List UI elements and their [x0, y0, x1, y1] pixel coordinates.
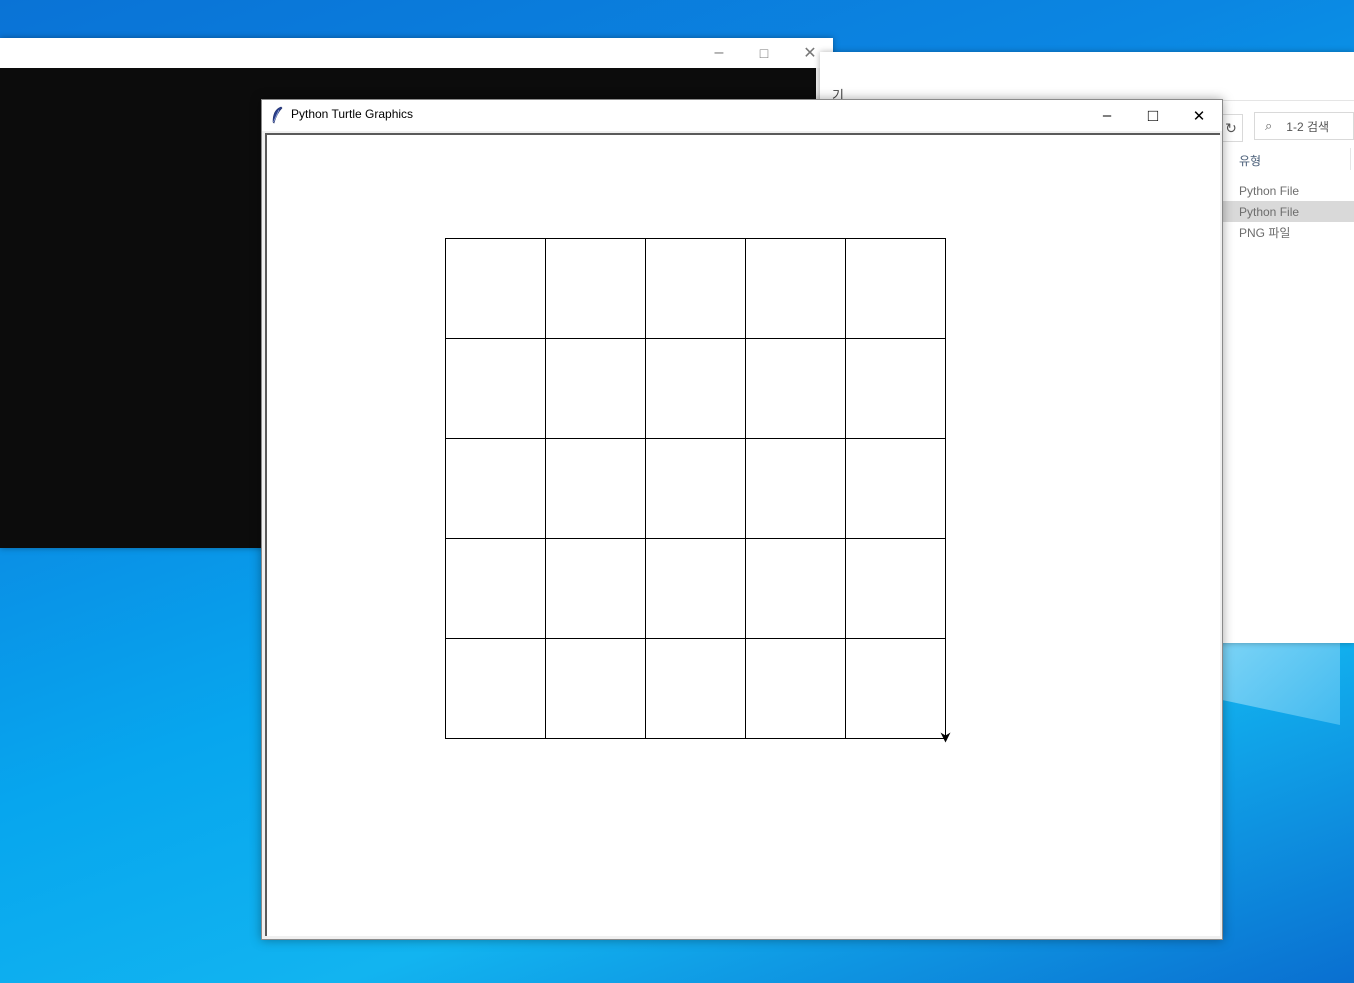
- grid-cell: [845, 238, 946, 339]
- desktop-wallpaper-highlight: [1220, 640, 1340, 725]
- grid-cell: [745, 238, 846, 339]
- grid-cell: [445, 338, 546, 439]
- turtle-titlebar[interactable]: Python Turtle Graphics – □ ✕: [262, 100, 1222, 131]
- search-box[interactable]: ⌕ 1-2 검색: [1254, 112, 1354, 140]
- grid-cell: [745, 338, 846, 439]
- console-minimize-button[interactable]: –: [696, 38, 742, 68]
- grid-cell: [645, 438, 746, 539]
- grid-cell: [845, 538, 946, 639]
- file-row[interactable]: Python File: [1222, 180, 1354, 201]
- grid-cell: [545, 538, 646, 639]
- grid-cell: [745, 538, 846, 639]
- file-type: Python File: [1239, 204, 1300, 219]
- column-header-type[interactable]: 유형: [1239, 152, 1261, 169]
- search-placeholder: 1-2 검색: [1286, 119, 1330, 134]
- grid-cell: [845, 338, 946, 439]
- column-divider[interactable]: [1350, 148, 1351, 170]
- close-button[interactable]: ✕: [1176, 100, 1222, 131]
- minimize-button[interactable]: –: [1084, 100, 1130, 131]
- turtle-graphics-window: Python Turtle Graphics – □ ✕: [261, 99, 1223, 940]
- grid-cell: [545, 438, 646, 539]
- search-icon: ⌕: [1265, 118, 1273, 133]
- refresh-icon: ↻: [1225, 119, 1237, 136]
- file-type: Python File: [1239, 183, 1300, 198]
- file-type: PNG 파일: [1239, 226, 1291, 240]
- maximize-button[interactable]: □: [1130, 100, 1176, 131]
- grid-cell: [445, 438, 546, 539]
- console-maximize-button[interactable]: □: [741, 38, 787, 68]
- grid-cell: [645, 238, 746, 339]
- file-row-selected[interactable]: Python File: [1222, 201, 1354, 222]
- grid-cell: [845, 638, 946, 739]
- window-title: Python Turtle Graphics: [291, 107, 414, 121]
- grid-drawing: [445, 238, 951, 743]
- grid-cell: [545, 238, 646, 339]
- file-row[interactable]: PNG 파일: [1222, 222, 1354, 243]
- grid-cell: [845, 438, 946, 539]
- grid-cell: [545, 638, 646, 739]
- feather-icon: [272, 106, 283, 124]
- console-titlebar[interactable]: – □ ✕: [0, 38, 833, 68]
- refresh-button[interactable]: ↻: [1220, 114, 1243, 142]
- grid-cell: [645, 638, 746, 739]
- grid-cell: [645, 538, 746, 639]
- grid-cell: [445, 638, 546, 739]
- grid-cell: [645, 338, 746, 439]
- grid-cell: [745, 638, 846, 739]
- grid-cell: [745, 438, 846, 539]
- turtle-canvas[interactable]: [265, 133, 1220, 936]
- grid-cell: [445, 538, 546, 639]
- grid-cell: [445, 238, 546, 339]
- grid-cell: [545, 338, 646, 439]
